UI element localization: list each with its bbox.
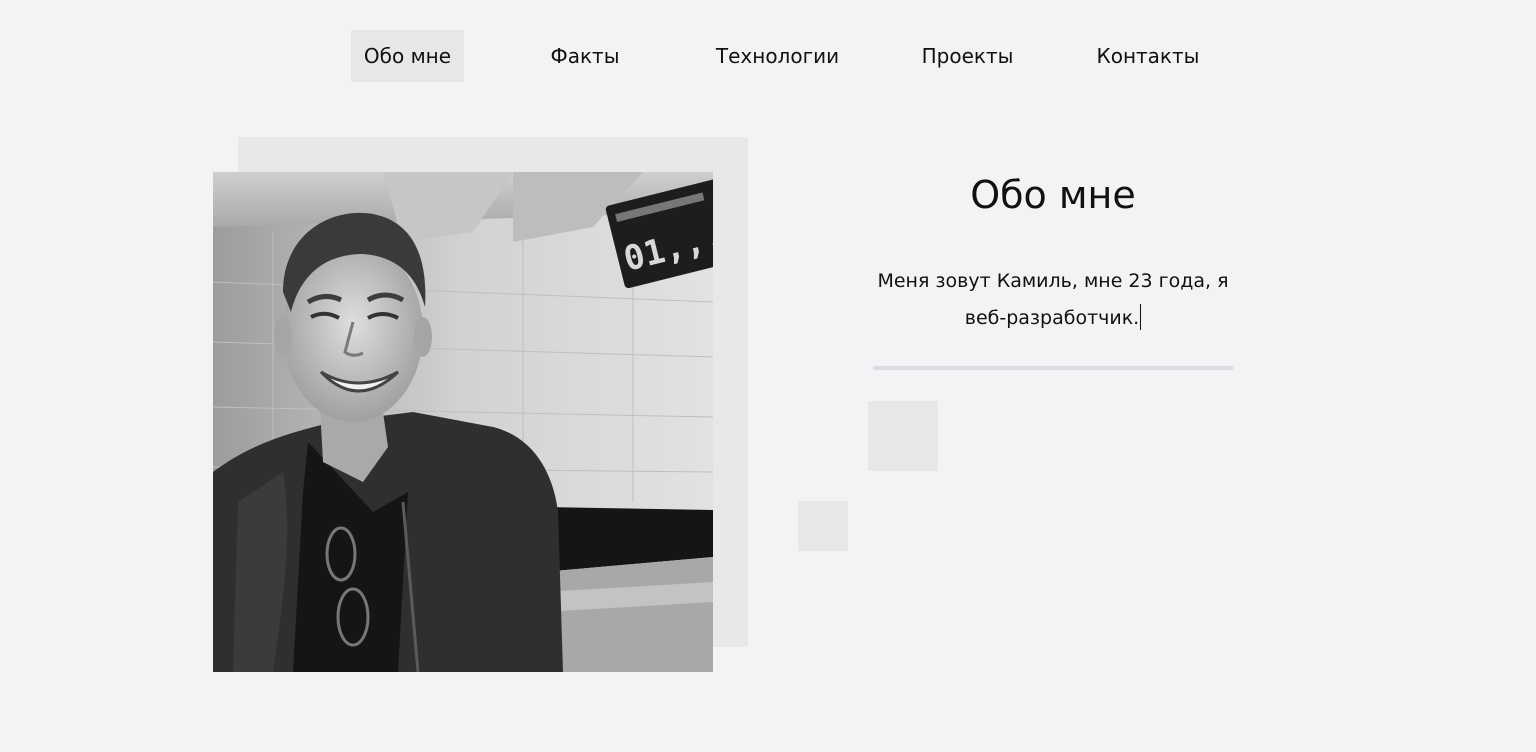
about-section: Обо мне Меня зовут Камиль, мне 23 года, … bbox=[873, 165, 1233, 337]
profile-photo: 01,,,19 bbox=[213, 172, 713, 672]
main-nav: Обо мне Факты Технологии Проекты Контакт… bbox=[351, 30, 1208, 82]
text-cursor bbox=[1140, 304, 1142, 330]
nav-item-facts[interactable]: Факты bbox=[535, 30, 635, 82]
about-text-content: Меня зовут Камиль, мне 23 года, я веб-ра… bbox=[877, 270, 1229, 329]
about-text: Меня зовут Камиль, мне 23 года, я веб-ра… bbox=[873, 263, 1233, 337]
nav-item-technologies[interactable]: Технологии bbox=[710, 30, 845, 82]
about-title: Обо мне bbox=[970, 173, 1136, 217]
decor-square-large bbox=[868, 401, 938, 471]
nav-item-about[interactable]: Обо мне bbox=[351, 30, 464, 82]
about-divider bbox=[873, 366, 1233, 370]
decor-square-small bbox=[798, 501, 848, 551]
nav-item-projects[interactable]: Проекты bbox=[915, 30, 1020, 82]
nav-item-contacts[interactable]: Контакты bbox=[1088, 30, 1208, 82]
